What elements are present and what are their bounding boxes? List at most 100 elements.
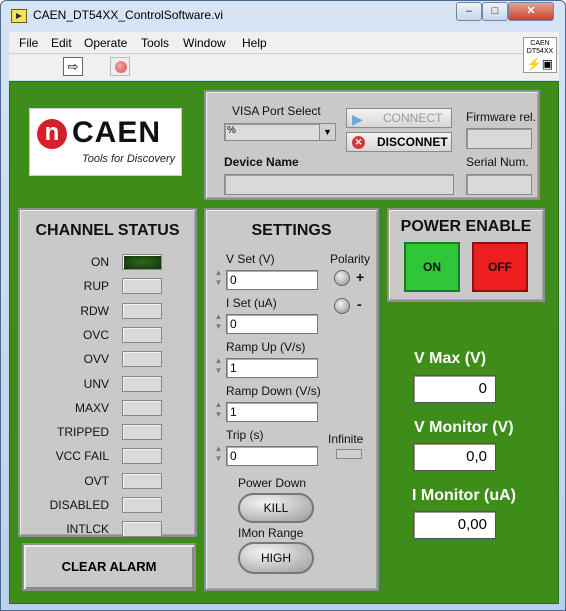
ramp-down-input[interactable]: 1 [226, 402, 318, 422]
caen-n-mark-icon: n [37, 119, 67, 149]
connection-panel: VISA Port Select % ▼ ▶ CONNECT ✕ DISCONN… [204, 90, 540, 200]
dropdown-arrow-icon[interactable]: ▼ [319, 124, 335, 140]
channel-status-panel: CHANNEL STATUS ON RUP RDW OVC OVV UNV MAXV TRIP… [18, 208, 197, 538]
polarity-label: Polarity [330, 252, 371, 266]
channel-status-label: RDW [80, 303, 109, 318]
close-button[interactable]: ✕ [508, 2, 554, 21]
channel-status-label: RUP [83, 279, 109, 294]
maximize-button[interactable]: □ [482, 2, 508, 21]
front-panel: n CAEN Tools for Discovery VISA Port Sel… [9, 81, 559, 604]
run-arrow-icon[interactable]: ⇨ [63, 57, 83, 76]
vi-connector-icon: CAEN DT54XX ⚡▣ [523, 37, 557, 73]
i-monitor-display: 0,00 [413, 511, 496, 539]
channel-status-led [122, 521, 162, 538]
i-set-label: I Set (uA) [226, 296, 277, 310]
connect-label: CONNECT [383, 111, 443, 125]
v-max-label: V Max (V) [414, 350, 487, 367]
menu-edit[interactable]: Edit [51, 36, 72, 50]
v-monitor-label: V Monitor (V) [414, 419, 514, 436]
polarity-minus-led[interactable] [334, 298, 350, 314]
power-down-label: Power Down [238, 476, 307, 490]
polarity-minus-label: - [357, 296, 362, 312]
v-set-input[interactable]: 0 [226, 270, 318, 290]
channel-status-label: ON [91, 255, 109, 269]
caen-logo: n CAEN Tools for Discovery [29, 108, 182, 176]
menu-help[interactable]: Help [242, 36, 267, 50]
channel-status-led [122, 302, 162, 319]
v-max-display: 0 [413, 375, 496, 403]
channel-status-led [122, 497, 162, 513]
channel-status-led [122, 399, 162, 416]
visa-port-label: VISA Port Select [232, 104, 321, 118]
play-icon: ▶ [352, 111, 363, 127]
visa-port-select[interactable]: % ▼ [224, 123, 336, 141]
settings-panel: SETTINGS V Set (V) ▲ ▼ 0 I Set (uA) ▲ ▼ 0 … [204, 208, 379, 591]
power-enable-panel: POWER ENABLE ON OFF [387, 208, 545, 302]
lightning-icon: ⚡▣ [526, 57, 554, 71]
title-bar[interactable]: CAEN_DT54XX_ControlSoftware.vi – □ ✕ [1, 1, 565, 31]
visa-prefix: % [227, 125, 236, 136]
v-set-label: V Set (V) [226, 252, 275, 266]
logo-tagline: Tools for Discovery [82, 153, 176, 165]
polarity-plus-label: + [356, 269, 365, 285]
trip-label: Trip (s) [226, 428, 264, 442]
settings-title: SETTINGS [251, 222, 332, 239]
channel-status-led [122, 448, 162, 465]
firmware-label: Firmware rel. [466, 110, 537, 124]
menu-window[interactable]: Window [183, 36, 226, 50]
application-window: CAEN_DT54XX_ControlSoftware.vi – □ ✕ Fil… [0, 0, 566, 611]
menu-file[interactable]: File [19, 36, 38, 50]
menu-tools[interactable]: Tools [141, 36, 169, 50]
menu-operate[interactable]: Operate [84, 36, 127, 50]
i-monitor-label: I Monitor (uA) [412, 487, 516, 504]
ramp-up-spinner-icon[interactable]: ▲ ▼ [213, 356, 224, 378]
channel-status-led [122, 351, 162, 368]
v-monitor-display: 0,0 [413, 443, 496, 471]
logo-brand: CAEN [72, 116, 162, 149]
menu-bar: File Edit Operate Tools Window Help [9, 32, 559, 54]
power-on-button[interactable]: ON [404, 242, 460, 292]
ramp-up-input[interactable]: 1 [226, 358, 318, 378]
infinite-label: Infinite [328, 432, 364, 446]
v-set-spinner-icon[interactable]: ▲ ▼ [213, 268, 224, 290]
serial-label: Serial Num. [466, 155, 529, 169]
channel-status-label: TRIPPED [56, 425, 109, 440]
channel-status-label: OVT [84, 473, 109, 488]
minimize-button[interactable]: – [456, 2, 482, 21]
channel-status-led [122, 375, 162, 392]
channel-status-label: UNV [83, 376, 109, 391]
i-set-input[interactable]: 0 [226, 314, 318, 334]
abort-execution-icon[interactable] [110, 57, 130, 76]
serial-field [466, 174, 532, 195]
firmware-field [466, 128, 532, 149]
channel-status-label: OVC [82, 327, 109, 342]
i-set-spinner-icon[interactable]: ▲ ▼ [213, 312, 224, 334]
trip-spinner-icon[interactable]: ▲ ▼ [213, 444, 224, 466]
disconnect-button[interactable]: ✕ DISCONNET [346, 132, 452, 152]
power-enable-title: POWER ENABLE [400, 218, 532, 235]
channel-status-label: DISABLED [49, 498, 109, 512]
channel-status-led [122, 326, 162, 343]
channel-status-led [122, 278, 162, 295]
imon-range-toggle[interactable]: HIGH [238, 542, 314, 574]
channel-status-label: OVV [83, 352, 109, 367]
channel-status-label: MAXV [74, 400, 109, 415]
infinite-toggle[interactable] [336, 449, 362, 459]
imon-range-label: IMon Range [238, 526, 304, 540]
power-off-button[interactable]: OFF [472, 242, 528, 292]
channel-status-led [122, 424, 162, 441]
trip-input[interactable]: 0 [226, 446, 318, 466]
channel-status-label: INTLCK [66, 522, 109, 537]
ramp-down-spinner-icon[interactable]: ▲ ▼ [213, 400, 224, 422]
toolbar: ⇨ [9, 54, 559, 80]
ramp-down-label: Ramp Down (V/s) [226, 384, 321, 398]
power-down-toggle[interactable]: KILL [238, 493, 314, 523]
connect-button[interactable]: ▶ CONNECT [346, 108, 452, 128]
labview-vi-icon [11, 9, 27, 23]
polarity-plus-led[interactable] [334, 270, 350, 286]
clear-alarm-button[interactable]: CLEAR ALARM [22, 543, 196, 591]
channel-status-label: VCC FAIL [55, 449, 109, 464]
stop-x-icon: ✕ [352, 136, 365, 149]
device-name-label: Device Name [224, 155, 299, 169]
channel-status-led [122, 472, 162, 489]
